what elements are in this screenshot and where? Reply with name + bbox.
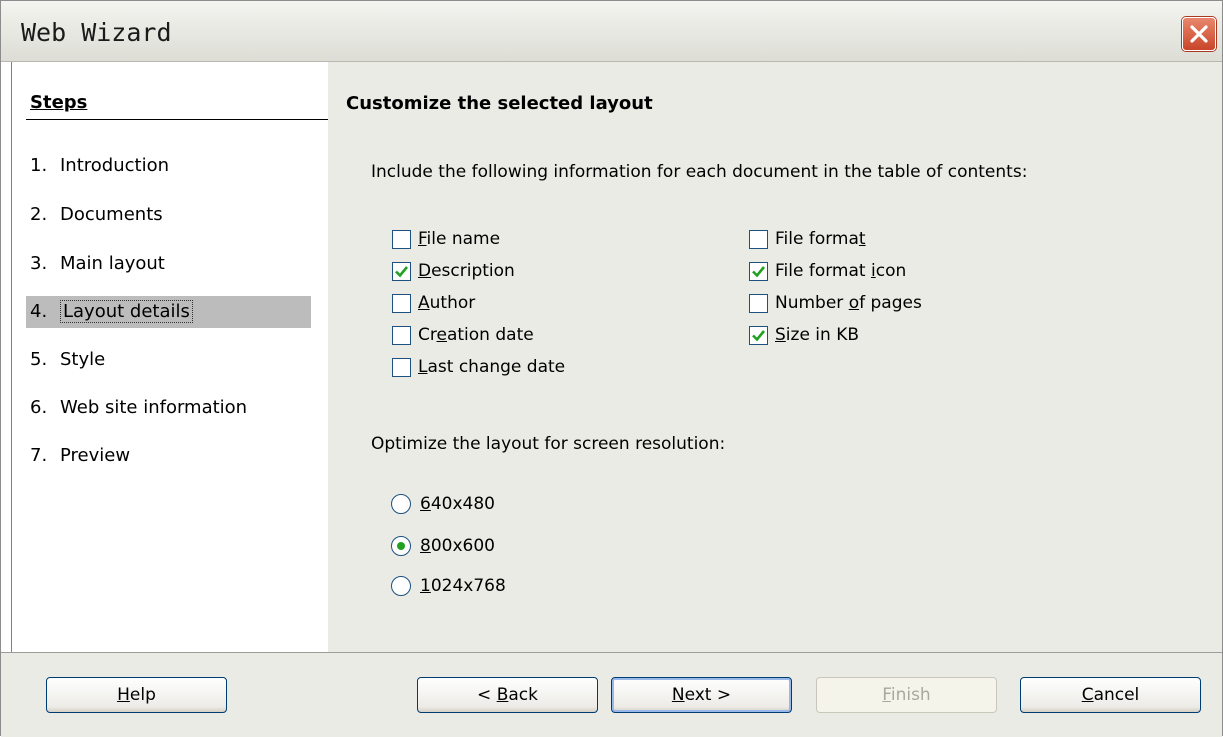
checkbox-label: Size in KB (775, 325, 860, 345)
step-number: 5. (30, 349, 48, 370)
author-checkbox[interactable]: Author (392, 291, 475, 315)
title-bar: Web Wizard (1, 1, 1222, 62)
checkmark-icon (752, 265, 766, 277)
checkmark-icon (752, 329, 766, 341)
step-main-layout[interactable]: 3. Main layout (26, 248, 311, 280)
steps-divider (26, 119, 328, 120)
include-info-label: Include the following information for ea… (371, 162, 1028, 182)
checkbox-label: Author (418, 293, 476, 313)
step-label: Preview (60, 445, 131, 466)
checkbox-box[interactable] (749, 229, 768, 249)
close-button[interactable] (1182, 17, 1216, 51)
step-number: 2. (30, 204, 48, 225)
checkbox-box[interactable] (749, 261, 768, 281)
step-style[interactable]: 5. Style (26, 344, 311, 376)
close-x-icon (1190, 25, 1208, 43)
checkbox-label: File name (418, 229, 501, 249)
help-button[interactable]: Help (46, 677, 227, 713)
checkbox-label: Description (418, 261, 515, 281)
radio-circle[interactable] (391, 536, 411, 556)
resolution-label: Optimize the layout for screen resolutio… (371, 434, 726, 454)
last-change-date-checkbox[interactable]: Last change date (392, 355, 565, 379)
step-label: Introduction (60, 155, 170, 176)
step-number: 7. (30, 445, 48, 466)
checkmark-icon (395, 265, 409, 277)
step-number: 4. (30, 301, 48, 322)
layout-details-panel: Customize the selected layout Include th… (328, 62, 1222, 652)
steps-heading: Steps (30, 92, 88, 113)
step-web-site-information[interactable]: 6. Web site information (26, 392, 311, 424)
checkbox-box[interactable] (749, 293, 768, 313)
step-label: Style (60, 349, 106, 370)
step-label: Layout details (60, 300, 193, 323)
checkbox-box[interactable] (392, 229, 411, 249)
steps-sidebar: Steps 1. Introduction 2. Documents 3. Main … (11, 62, 329, 652)
wizard-window: Web Wizard Steps 1. Introduction 2. Docume… (0, 0, 1223, 737)
cancel-button[interactable]: Cancel (1020, 677, 1201, 713)
step-number: 3. (30, 253, 48, 274)
resolution-1024-radio[interactable]: 1024x768 (391, 574, 506, 598)
next-button[interactable]: Next > (611, 677, 792, 713)
resolution-640-radio[interactable]: 640x480 (391, 492, 495, 516)
radio-label: 640x480 (420, 494, 495, 514)
checkbox-box[interactable] (392, 261, 411, 281)
button-bar: Help < Back Next > Finish Cancel (1, 652, 1222, 737)
step-label: Web site information (60, 397, 248, 418)
radio-label: 800x600 (420, 536, 495, 556)
step-layout-details[interactable]: 4. Layout details (26, 296, 311, 328)
radio-dot-icon (397, 542, 405, 550)
checkbox-label: Last change date (418, 357, 566, 377)
resolution-800-radio[interactable]: 800x600 (391, 534, 495, 558)
number-of-pages-checkbox[interactable]: Number of pages (749, 291, 922, 315)
checkbox-box[interactable] (392, 293, 411, 313)
checkbox-label: File format (775, 229, 866, 249)
file-format-checkbox[interactable]: File format (749, 227, 866, 251)
description-checkbox[interactable]: Description (392, 259, 515, 283)
window-title: Web Wizard (21, 18, 172, 47)
step-number: 6. (30, 397, 48, 418)
radio-label: 1024x768 (420, 576, 506, 596)
step-introduction[interactable]: 1. Introduction (26, 150, 311, 182)
checkbox-box[interactable] (749, 325, 768, 345)
checkbox-label: Creation date (418, 325, 534, 345)
step-preview[interactable]: 7. Preview (26, 440, 311, 472)
back-button[interactable]: < Back (417, 677, 598, 713)
panel-title: Customize the selected layout (346, 93, 653, 114)
radio-circle[interactable] (391, 576, 411, 596)
checkbox-box[interactable] (392, 357, 411, 377)
step-number: 1. (30, 155, 48, 176)
size-in-kb-checkbox[interactable]: Size in KB (749, 323, 859, 347)
checkbox-label: Number of pages (775, 293, 922, 313)
step-label: Documents (60, 204, 163, 225)
checkbox-box[interactable] (392, 325, 411, 345)
step-documents[interactable]: 2. Documents (26, 199, 311, 231)
checkbox-label: File format icon (775, 261, 907, 281)
creation-date-checkbox[interactable]: Creation date (392, 323, 534, 347)
file-format-icon-checkbox[interactable]: File format icon (749, 259, 906, 283)
finish-button: Finish (816, 677, 997, 713)
file-name-checkbox[interactable]: File name (392, 227, 500, 251)
radio-circle[interactable] (391, 494, 411, 514)
step-label: Main layout (60, 253, 165, 274)
